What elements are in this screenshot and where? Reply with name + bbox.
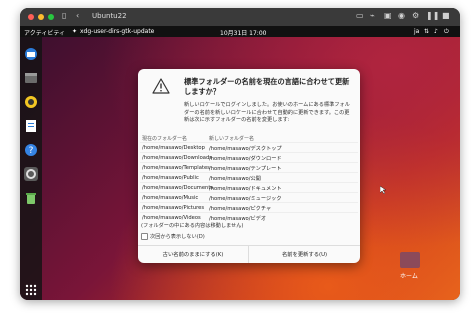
settings-gear-icon[interactable]: ⚙ [412, 11, 419, 20]
volume-icon[interactable]: ♪ [434, 28, 438, 35]
back-chevron-icon[interactable]: ‹ [76, 11, 79, 20]
mouse-pointer-icon [380, 186, 386, 194]
close-window-button[interactable] [28, 14, 34, 20]
thunderbird-icon[interactable] [24, 47, 38, 61]
display-icon[interactable]: ▭ [356, 11, 364, 20]
clock[interactable]: 10月31日 17:00 [220, 28, 266, 37]
current-name-cell: /home/masawo/Music [142, 195, 199, 201]
trash-icon[interactable] [24, 191, 38, 205]
new-name-cell: /home/masawo/ピクチャ [209, 206, 272, 212]
show-apps-grid-icon[interactable] [24, 283, 38, 297]
keep-old-names-button[interactable]: 古い名前のままにする(K) [138, 246, 249, 263]
network-icon[interactable]: ⇅ [424, 28, 429, 35]
current-name-cell: /home/masawo/Pictures [142, 205, 205, 211]
new-name-cell: /home/masawo/ダウンロード [209, 156, 282, 162]
activities-button[interactable]: アクティビティ [24, 28, 65, 37]
table-header: 現在のフォルダー名 新しいフォルダー名 [140, 134, 358, 142]
current-name-cell: /home/masawo/Documents [142, 185, 214, 191]
warning-icon [152, 78, 170, 94]
app-menu-icon[interactable]: ✦ [72, 28, 77, 35]
shared-folder-icon[interactable]: ▣ [384, 11, 392, 20]
app-menu-label[interactable]: xdg-user-dirs-gtk-update [80, 28, 154, 35]
update-names-button[interactable]: 名前を更新する(U) [249, 246, 360, 263]
maximize-window-button[interactable] [48, 14, 54, 20]
rename-folders-dialog: 標準フォルダーの名前を現在の言語に合わせて更新しますか？ 新しいロケールでログイ… [138, 69, 360, 263]
new-name-cell: /home/masawo/テンプレート [209, 166, 282, 172]
sidebar-toggle-icon[interactable]: ▯ [62, 11, 66, 20]
dont-ask-again-label[interactable]: 次回から表示しない(D) [150, 234, 205, 240]
gnome-topbar: アクティビティ ✦ xdg-user-dirs-gtk-update 10月31… [20, 26, 460, 37]
input-method-indicator[interactable]: ja [414, 28, 419, 35]
help-icon[interactable]: ? [24, 143, 38, 157]
home-folder-label: ホーム [400, 273, 418, 280]
home-folder-icon[interactable] [400, 252, 420, 268]
vm-title: Ubuntu22 [92, 12, 127, 20]
current-name-cell: /home/masawo/Downloads [142, 155, 212, 161]
stop-icon[interactable]: ■ [442, 11, 450, 20]
dialog-title: 標準フォルダーの名前を現在の言語に合わせて更新しますか？ [184, 77, 350, 96]
pause-icon[interactable]: ❚❚ [426, 11, 439, 20]
dont-ask-again-option[interactable]: 次回から表示しない(D) [141, 233, 205, 240]
power-icon[interactable]: ⏻ [444, 28, 449, 36]
current-name-cell: /home/masawo/Public [142, 175, 199, 181]
dialog-button-bar: 古い名前のままにする(K) 名前を更新する(U) [138, 245, 360, 263]
new-name-cell: /home/masawo/デスクトップ [209, 146, 282, 152]
screenshot-icon[interactable]: ◉ [398, 11, 405, 20]
dock: ? [20, 37, 42, 300]
settings-icon[interactable] [24, 167, 38, 181]
vm-titlebar: ▯ ‹ Ubuntu22 ▭ ⌁ ▣ ◉ ⚙ ❚❚ ■ [20, 8, 460, 26]
dialog-body: 新しいロケールでログインしました。お使いのホームにある標準フォルダーの名前を新し… [184, 102, 350, 124]
contents-not-moved-note: (フォルダーの中にある内容は移動しません) [141, 223, 244, 229]
dont-ask-again-checkbox[interactable] [141, 233, 148, 240]
new-name-column-header: 新しいフォルダー名 [209, 136, 255, 142]
usb-icon[interactable]: ⌁ [370, 11, 375, 20]
minimize-window-button[interactable] [38, 14, 44, 20]
new-name-cell: /home/masawo/ドキュメント [209, 186, 282, 192]
new-name-cell: /home/masawo/公開 [209, 176, 261, 182]
current-name-cell: /home/masawo/Desktop [142, 145, 205, 151]
rhythmbox-icon[interactable] [24, 95, 38, 109]
svg-text:?: ? [29, 146, 34, 156]
current-name-cell: /home/masawo/Templates [142, 165, 210, 171]
new-name-cell: /home/masawo/ミュージック [209, 196, 282, 202]
writer-document-icon[interactable] [24, 119, 38, 133]
new-name-cell: /home/masawo/ビデオ [209, 216, 267, 222]
current-name-cell: /home/masawo/Videos [142, 215, 201, 221]
current-name-column-header: 現在のフォルダー名 [142, 136, 188, 142]
files-icon[interactable] [24, 71, 38, 85]
